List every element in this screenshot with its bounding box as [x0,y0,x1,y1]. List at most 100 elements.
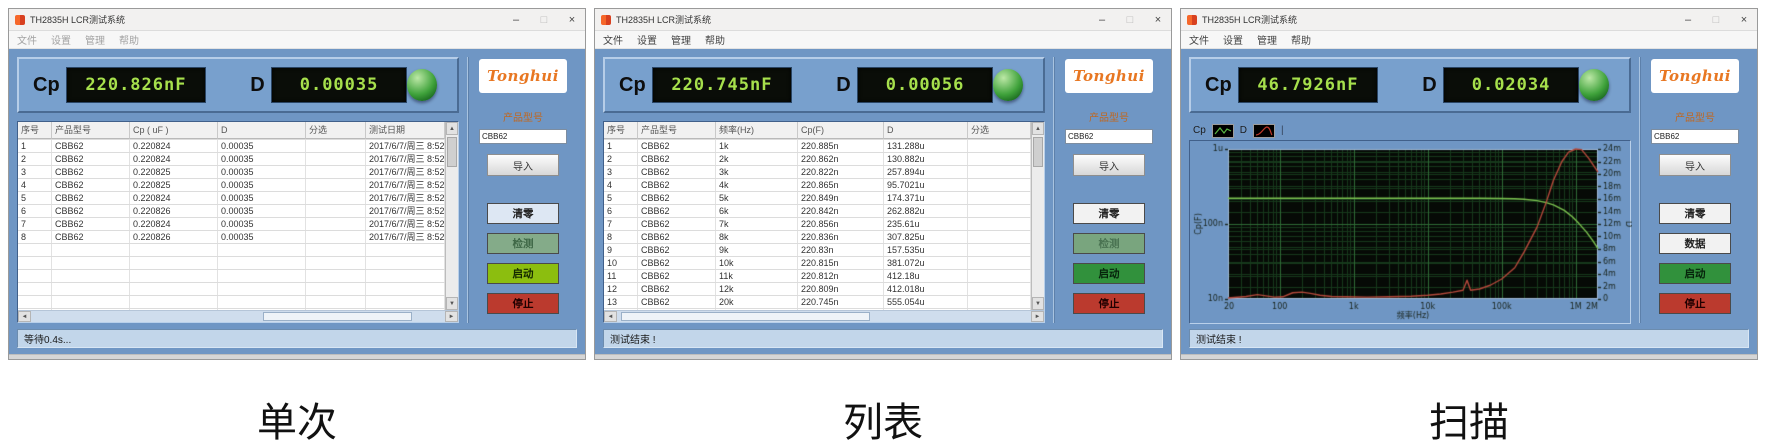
measure-button[interactable]: 检测 [1073,233,1145,254]
stop-button[interactable]: 停止 [487,293,559,314]
stop-button[interactable]: 停止 [1659,293,1731,314]
start-button[interactable]: 启动 [1659,263,1731,284]
table-row[interactable]: 2 CBB62 2k 220.862n 130.882u [604,153,1031,166]
table-row[interactable]: 7 CBB62 0.220824 0.00035 2017/6/7/周三 8:52 [18,218,445,231]
clear-button[interactable]: 清零 [1659,203,1731,224]
cp-trace-tab[interactable]: Cp [1193,125,1206,136]
maximize-button[interactable]: □ [1709,14,1723,26]
start-button[interactable]: 启动 [1073,263,1145,284]
table-row[interactable] [18,296,445,309]
title-bar[interactable]: TH2835H LCR测试系统 – □ × [1181,9,1757,31]
import-button[interactable]: 导入 [1073,154,1145,176]
horizontal-scroll-thumb[interactable] [621,312,870,321]
horizontal-scroll-track[interactable] [31,311,445,322]
horizontal-scroll-track[interactable] [617,311,1031,322]
vertical-scroll-thumb[interactable] [447,137,457,167]
table-row[interactable]: 8 CBB62 0.220826 0.00035 2017/6/7/周三 8:52 [18,231,445,244]
vertical-scrollbar[interactable]: ▲ ▼ [445,122,458,310]
menu-help[interactable]: 帮助 [1291,32,1311,47]
menu-manage[interactable]: 管理 [1257,32,1277,47]
d-trace-tab[interactable]: D [1240,125,1247,136]
table-row[interactable]: 10 CBB62 10k 220.815n 381.072u [604,257,1031,270]
start-button[interactable]: 启动 [487,263,559,284]
horizontal-scrollbar[interactable]: ◄ ► [18,310,458,322]
title-bar[interactable]: TH2835H LCR测试系统 – □ × [9,9,585,31]
close-button[interactable]: × [1151,14,1165,26]
stop-button[interactable]: 停止 [1073,293,1145,314]
horizontal-scrollbar[interactable]: ◄ ► [604,310,1044,322]
menu-file[interactable]: 文件 [603,32,623,47]
table-row[interactable]: 6 CBB62 6k 220.842n 262.882u [604,205,1031,218]
product-model-input[interactable] [1651,129,1739,144]
menu-bar: 文件 设置 管理 帮助 [1181,31,1757,49]
minimize-button[interactable]: – [509,14,523,26]
table-row[interactable]: 3 CBB62 3k 220.822n 257.894u [604,166,1031,179]
scroll-left-icon[interactable]: ◄ [604,311,617,322]
table-row[interactable]: 7 CBB62 7k 220.856n 235.61u [604,218,1031,231]
table-header-cell: D [218,122,306,139]
table-row[interactable]: 9 CBB62 9k 220.83n 157.535u [604,244,1031,257]
cp-curve-icon[interactable] [1211,123,1234,138]
window-resize-edge[interactable] [9,354,585,359]
scroll-right-icon[interactable]: ► [445,311,458,322]
table-row[interactable]: 5 CBB62 0.220824 0.00035 2017/6/7/周三 8:52 [18,192,445,205]
maximize-button[interactable]: □ [537,14,551,26]
maximize-button[interactable]: □ [1123,14,1137,26]
menu-file[interactable]: 文件 [17,32,37,47]
window-resize-edge[interactable] [595,354,1171,359]
table-row[interactable]: 13 CBB62 20k 220.745n 555.054u [604,296,1031,309]
data-button[interactable]: 数据 [1659,233,1731,254]
scroll-down-icon[interactable]: ▼ [446,297,458,310]
table-cell: 2k [716,153,798,165]
table-row[interactable]: 4 CBB62 0.220825 0.00035 2017/6/7/周三 8:52 [18,179,445,192]
d-curve-icon[interactable] [1253,123,1276,138]
horizontal-scroll-thumb[interactable] [262,312,412,321]
product-model-input[interactable] [479,129,567,144]
menu-settings[interactable]: 设置 [51,32,71,47]
scroll-down-icon[interactable]: ▼ [1032,297,1044,310]
table-row[interactable] [18,257,445,270]
table-row[interactable]: 2 CBB62 0.220824 0.00035 2017/6/7/周三 8:52 [18,153,445,166]
scroll-right-icon[interactable]: ► [1031,311,1044,322]
table-row[interactable]: 5 CBB62 5k 220.849n 174.371u [604,192,1031,205]
import-button[interactable]: 导入 [1659,154,1731,176]
vertical-scroll-thumb[interactable] [1033,137,1043,167]
table-cell [130,283,218,295]
scroll-left-icon[interactable]: ◄ [18,311,31,322]
title-bar[interactable]: TH2835H LCR测试系统 – □ × [595,9,1171,31]
table-cell: CBB62 [52,192,130,204]
scroll-up-icon[interactable]: ▲ [446,122,458,135]
minimize-button[interactable]: – [1681,14,1695,26]
product-model-input[interactable] [1065,129,1153,144]
menu-settings[interactable]: 设置 [637,32,657,47]
table-row[interactable]: 8 CBB62 8k 220.836n 307.825u [604,231,1031,244]
table-row[interactable]: 3 CBB62 0.220825 0.00035 2017/6/7/周三 8:52 [18,166,445,179]
clear-button[interactable]: 清零 [487,203,559,224]
table-row[interactable]: 4 CBB62 4k 220.865n 95.7021u [604,179,1031,192]
minimize-button[interactable]: – [1095,14,1109,26]
clear-button[interactable]: 清零 [1073,203,1145,224]
menu-manage[interactable]: 管理 [671,32,691,47]
window-resize-edge[interactable] [1181,354,1757,359]
menu-help[interactable]: 帮助 [119,32,139,47]
table-row[interactable]: 6 CBB62 0.220826 0.00035 2017/6/7/周三 8:52 [18,205,445,218]
table-row[interactable]: 12 CBB62 12k 220.809n 412.018u [604,283,1031,296]
table-row[interactable]: 1 CBB62 1k 220.885n 131.288u [604,140,1031,153]
table-cell [52,257,130,269]
menu-settings[interactable]: 设置 [1223,32,1243,47]
menu-help[interactable]: 帮助 [705,32,725,47]
table-row[interactable]: 11 CBB62 11k 220.812n 412.18u [604,270,1031,283]
close-button[interactable]: × [565,14,579,26]
measure-button[interactable]: 检测 [487,233,559,254]
table-row[interactable] [18,270,445,283]
scroll-up-icon[interactable]: ▲ [1032,122,1044,135]
table-row[interactable]: 1 CBB62 0.220824 0.00035 2017/6/7/周三 8:52 [18,140,445,153]
table-row[interactable] [18,244,445,257]
vertical-scrollbar[interactable]: ▲ ▼ [1031,122,1044,310]
table-cell: 0.00035 [218,192,306,204]
menu-file[interactable]: 文件 [1189,32,1209,47]
menu-manage[interactable]: 管理 [85,32,105,47]
import-button[interactable]: 导入 [487,154,559,176]
close-button[interactable]: × [1737,14,1751,26]
table-row[interactable] [18,283,445,296]
